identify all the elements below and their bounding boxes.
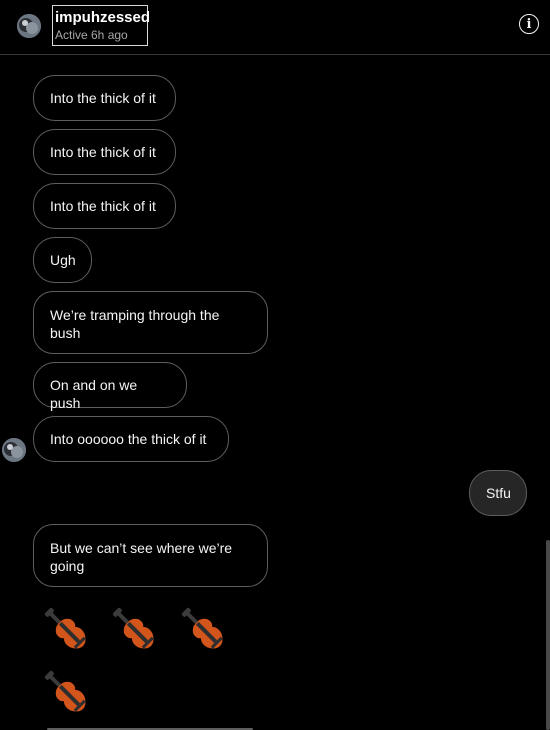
contact-avatar[interactable] (17, 14, 41, 38)
violin-icon (44, 607, 86, 649)
message-bubble[interactable]: Into oooooo the thick of it (33, 416, 229, 462)
scrollbar-thumb[interactable] (546, 540, 550, 730)
message-bubble[interactable]: Into the thick of it (33, 129, 176, 175)
sender-avatar[interactable] (2, 438, 26, 462)
message-bubble[interactable]: Ugh (33, 237, 92, 283)
my-message-bubble[interactable]: Stfu (469, 470, 527, 516)
contact-name: impuhzessed (55, 9, 151, 26)
info-icon[interactable]: i (519, 14, 539, 34)
chat-header: impuhzessed Active 6h ago i (0, 0, 550, 55)
message-bubble[interactable]: On and on we push (33, 362, 187, 411)
violin-icon (44, 670, 86, 712)
violin-icon (181, 607, 223, 649)
message-bubble[interactable]: But we can’t see where we’re going (33, 524, 268, 587)
message-bubble[interactable]: Into the thick of it (33, 75, 176, 121)
violin-icon (112, 607, 154, 649)
contact-name-box[interactable]: impuhzessed Active 6h ago (52, 5, 151, 46)
message-bubble[interactable]: We’re tramping through the bush (33, 291, 268, 354)
active-status: Active 6h ago (55, 28, 128, 42)
message-bubble[interactable]: Into the thick of it (33, 183, 176, 229)
